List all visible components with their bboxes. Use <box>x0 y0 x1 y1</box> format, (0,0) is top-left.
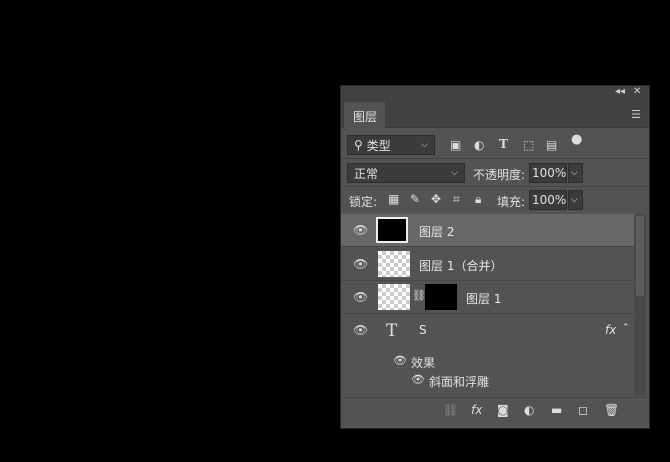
chevron-up-icon[interactable]: ⌃ <box>622 323 630 333</box>
mask-thumbnail[interactable] <box>425 284 457 310</box>
blend-mode-select[interactable]: 正常 ⌵ <box>347 163 465 183</box>
lock-all-icon[interactable]: 🔒︎ <box>475 192 481 207</box>
eye-icon[interactable]: 👁︎ <box>393 354 407 367</box>
search-icon: ⚲ <box>354 138 367 152</box>
layer-row[interactable]: 👁︎ 图层 2 <box>341 214 634 247</box>
close-icon[interactable]: ✕ <box>633 86 641 97</box>
new-layer-icon[interactable]: ◻ <box>578 403 588 417</box>
trash-icon[interactable]: 🗑︎ <box>604 403 619 417</box>
lock-label: 锁定: <box>349 195 378 209</box>
lock-artboard-icon[interactable]: ⌗ <box>453 192 460 207</box>
layers-list: 👁︎ 图层 2 👁︎ 图层 1（合并） 👁︎ ⛓ 图层 1 👁︎ T S fx … <box>341 214 634 396</box>
fill-dropdown[interactable]: ⌵ <box>568 190 583 210</box>
collapse-icon[interactable]: ◂◂ <box>615 86 625 97</box>
eye-icon[interactable]: 👁︎ <box>353 223 368 237</box>
lock-move-icon[interactable]: ✥ <box>431 192 441 206</box>
adjustment-layer-icon[interactable]: ◐ <box>524 403 534 417</box>
new-group-icon[interactable]: ▬ <box>551 403 562 417</box>
smart-object-filter-icon[interactable]: ▤ <box>546 138 557 152</box>
layer-thumbnail <box>376 217 408 243</box>
panel-titlebar: ◂◂ ✕ <box>341 86 649 100</box>
effects-label: 效果 <box>411 356 436 370</box>
scrollbar[interactable] <box>634 214 646 396</box>
fill-label: 填充: <box>497 195 526 209</box>
eye-icon[interactable]: 👁︎ <box>353 323 368 337</box>
text-layer-icon: T <box>386 321 398 341</box>
layer-thumbnail <box>378 251 410 277</box>
adjustment-filter-icon[interactable]: ◐ <box>474 138 484 152</box>
layer-name: S <box>419 323 427 337</box>
layer-name: 图层 1（合并） <box>419 259 503 273</box>
tab-layers[interactable]: 图层 <box>344 102 385 128</box>
shape-filter-icon[interactable]: ⬚ <box>523 138 534 152</box>
lock-transparent-icon[interactable]: ▦ <box>388 192 399 206</box>
bottom-toolbar: ⛓ fx ◙ ◐ ▬ ◻ 🗑︎ <box>341 397 649 423</box>
tab-row: 图层 ☰ <box>341 100 649 128</box>
panel-menu-icon[interactable]: ☰ <box>631 108 641 121</box>
layer-row[interactable]: 👁︎ ⛓ 图层 1 <box>341 281 634 314</box>
eye-icon[interactable]: 👁︎ <box>353 257 368 271</box>
opacity-dropdown[interactable]: ⌵ <box>568 163 583 183</box>
layer-row[interactable]: 👁︎ 图层 1（合并） <box>341 248 634 281</box>
filter-kind-select[interactable]: ⚲ 类型 ⌵ <box>347 135 435 155</box>
lock-brush-icon[interactable]: ✎ <box>410 192 420 206</box>
eye-icon[interactable]: 👁︎ <box>411 373 425 386</box>
opacity-input[interactable]: 100% <box>529 163 567 183</box>
add-mask-icon[interactable]: ◙ <box>497 403 509 417</box>
chevron-down-icon: ⌵ <box>421 140 428 150</box>
effect-item: 斜面和浮雕 <box>429 375 490 389</box>
layer-row[interactable]: 👁︎ T S fx ⌃ 👁︎ 效果 👁︎ 斜面和浮雕 <box>341 314 634 396</box>
filter-kind-value: 类型 <box>366 138 391 153</box>
image-filter-icon[interactable]: ▣ <box>450 138 461 152</box>
filter-toggle-icon[interactable]: ● <box>571 132 582 147</box>
link-icon[interactable]: ⛓ <box>412 289 426 302</box>
layers-panel: ◂◂ ✕ 图层 ☰ ⚲ 类型 ⌵ ▣ ◐ T ⬚ ▤ ● 正常 ⌵ 不透明度: 10… <box>340 85 650 429</box>
type-filter-icon[interactable]: T <box>499 137 508 151</box>
fx-icon[interactable]: fx <box>605 323 616 337</box>
add-style-icon[interactable]: fx <box>471 403 482 417</box>
opacity-label: 不透明度: <box>473 168 526 182</box>
layer-thumbnail <box>378 284 410 310</box>
eye-icon[interactable]: 👁︎ <box>353 290 368 304</box>
chevron-down-icon: ⌵ <box>451 168 458 178</box>
blend-mode-value: 正常 <box>354 166 379 181</box>
layer-name: 图层 2 <box>419 225 455 239</box>
layer-name: 图层 1 <box>466 292 502 306</box>
link-layers-icon[interactable]: ⛓ <box>443 403 458 417</box>
fill-input[interactable]: 100% <box>529 190 567 210</box>
